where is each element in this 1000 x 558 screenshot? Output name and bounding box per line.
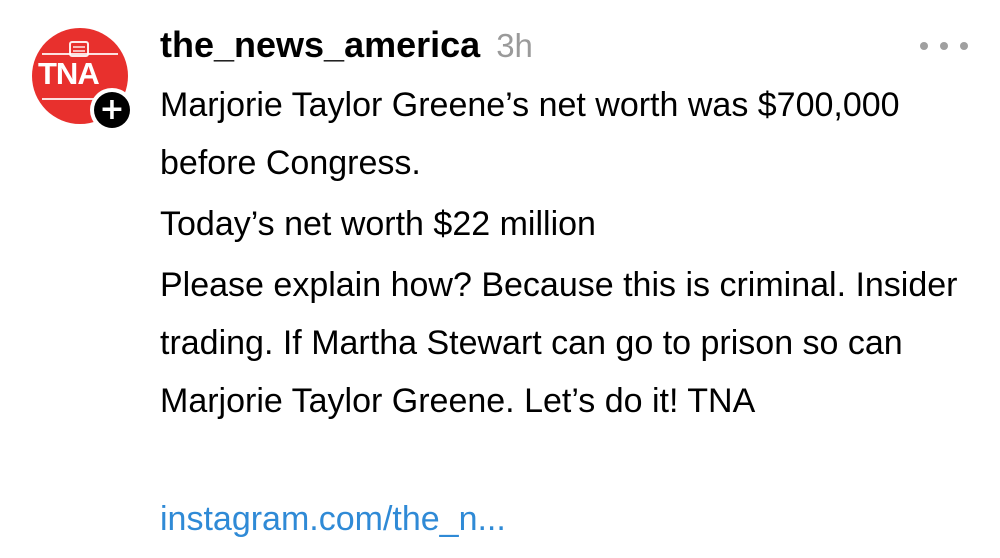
more-horizontal-icon — [920, 42, 928, 50]
post-text-paragraph: Marjorie Taylor Greene’s net worth was $… — [160, 86, 900, 182]
more-options-button[interactable] — [920, 36, 968, 56]
post-header: the_news_america 3h — [160, 24, 533, 68]
avatar-container: TNA + — [32, 28, 134, 132]
username[interactable]: the_news_america — [160, 24, 480, 66]
post-text-paragraph: Today’s net worth $22 million — [160, 205, 596, 243]
more-horizontal-icon — [940, 42, 948, 50]
avatar-label: TNA — [38, 56, 100, 91]
follow-button[interactable]: + — [90, 88, 134, 132]
post-text-paragraph: Please explain how? Because this is crim… — [160, 266, 958, 420]
timestamp: 3h — [496, 27, 533, 64]
post-link[interactable]: instagram.com/the_n... — [160, 490, 506, 548]
post: TNA + the_news_america 3h Marjorie Taylo… — [0, 0, 1000, 558]
plus-icon: + — [94, 92, 130, 128]
more-horizontal-icon — [960, 42, 968, 50]
